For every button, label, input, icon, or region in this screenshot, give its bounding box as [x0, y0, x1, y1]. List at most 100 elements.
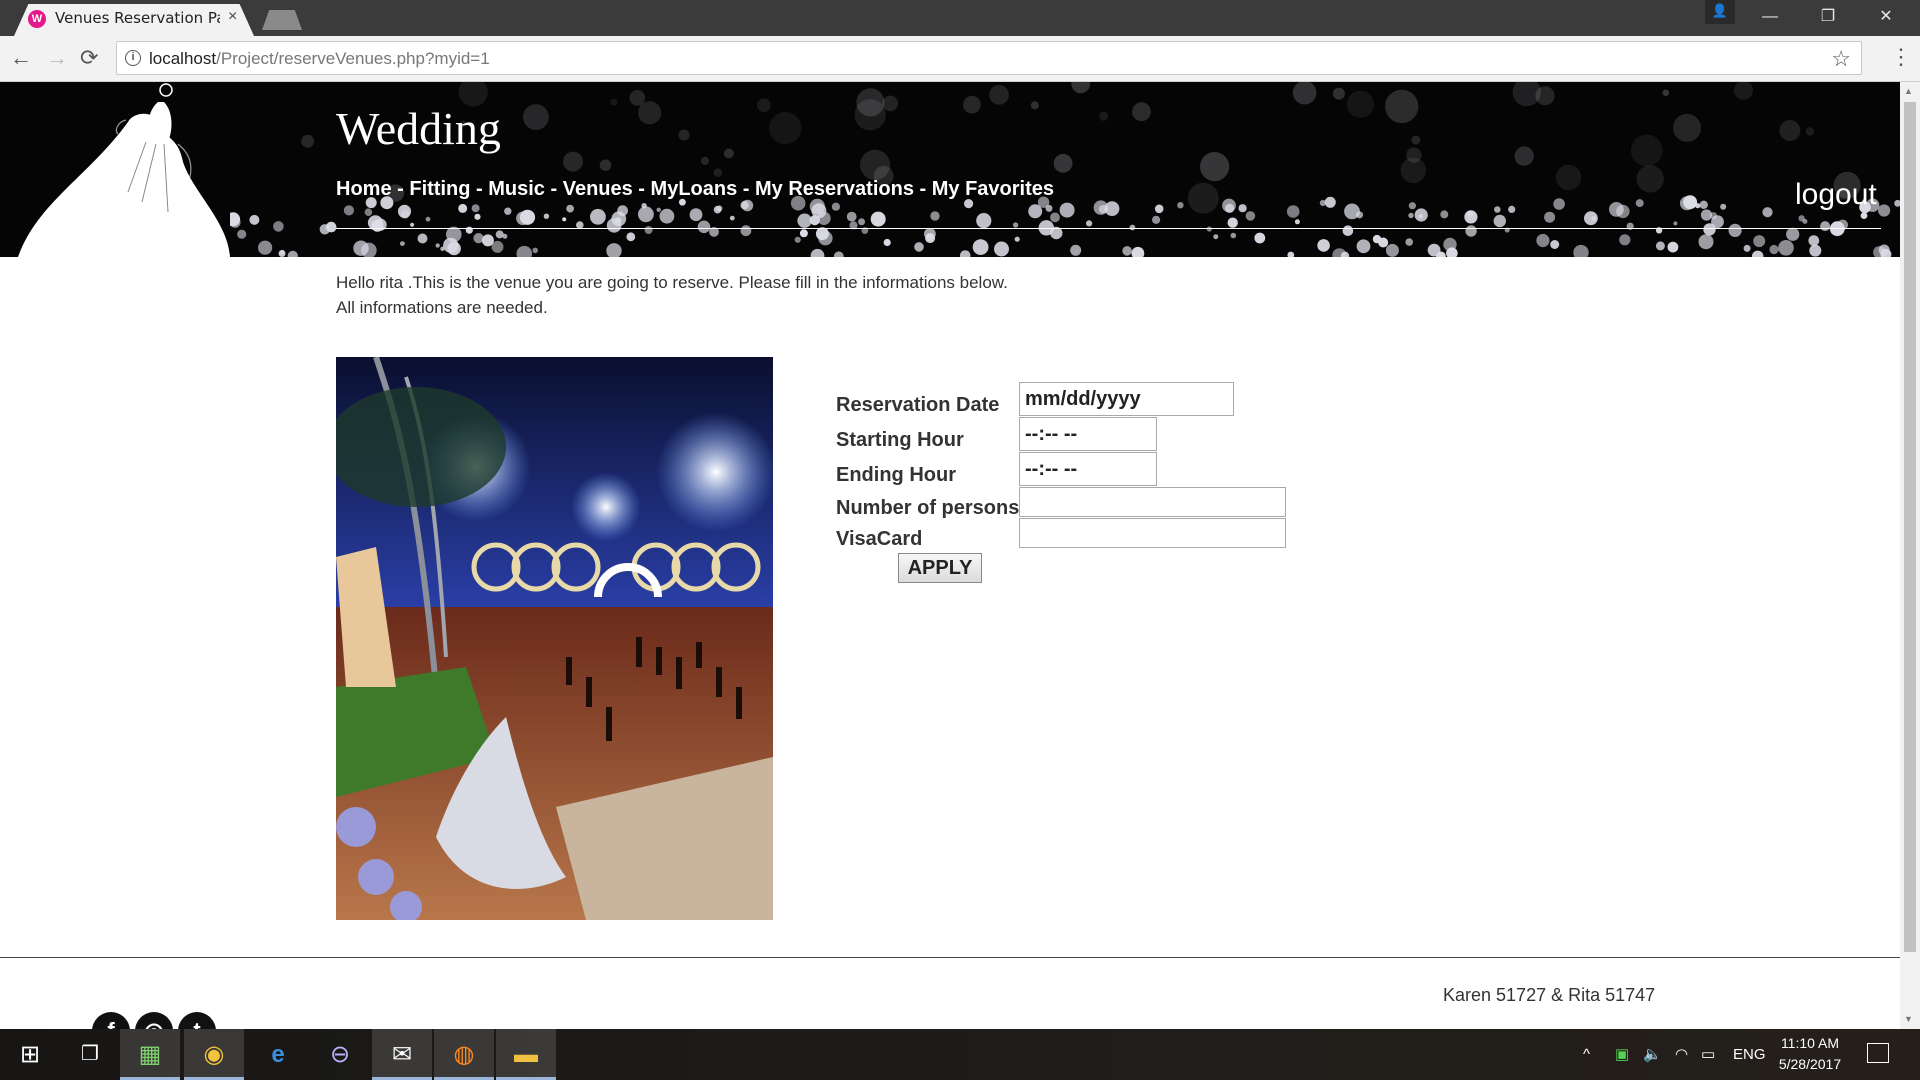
sparkle-dot	[1743, 244, 1751, 252]
sparkle-dot	[1514, 146, 1534, 166]
sparkle-dot	[543, 213, 550, 219]
url-path: /Project/reserveVenues.php?myid=1	[216, 49, 490, 68]
site-title: Wedding	[336, 103, 501, 154]
visacard-input[interactable]	[1019, 518, 1286, 548]
scroll-up-arrow-icon[interactable]: ▲	[1904, 86, 1913, 96]
address-bar[interactable]: i localhost/Project/reserveVenues.php?my…	[116, 41, 1862, 75]
tab-title[interactable]: Venues Reservation Page	[55, 9, 220, 27]
taskbar-app-editor-icon[interactable]: ▦	[120, 1029, 180, 1080]
taskbar-eclipse-icon[interactable]: ⊖	[310, 1029, 370, 1080]
number-of-persons-label: Number of persons	[836, 497, 1020, 519]
nav-venues[interactable]: Venues	[563, 178, 633, 200]
sparkle-dot	[740, 201, 749, 210]
nav-separator: -	[913, 178, 932, 200]
browser-tab-bar: W Venues Reservation Page × 👤 — ❐ ✕	[0, 0, 1920, 36]
reservation-date-input[interactable]	[1019, 382, 1234, 416]
taskbar-firefox-icon[interactable]: ◍	[434, 1029, 494, 1080]
logout-link[interactable]: logout	[1795, 178, 1877, 212]
twitter-icon[interactable]: t	[178, 1012, 216, 1029]
taskbar-mail-icon[interactable]: ✉	[372, 1029, 432, 1080]
sparkle-dot	[516, 245, 533, 257]
task-view-icon[interactable]: ❐	[60, 1029, 120, 1080]
number-of-persons-input[interactable]	[1019, 487, 1286, 517]
nav-fitting[interactable]: Fitting	[409, 178, 470, 200]
nav-music[interactable]: Music	[488, 178, 545, 200]
main-navigation: Home - Fitting - Music - Venues - MyLoan…	[336, 178, 1054, 201]
sparkle-dot	[740, 225, 752, 237]
scrollbar-thumb[interactable]	[1904, 102, 1916, 952]
dress-logo	[18, 82, 230, 257]
language-indicator[interactable]: ENG	[1733, 1029, 1766, 1080]
sparkle-dot	[1418, 214, 1423, 219]
nav-separator: -	[544, 178, 563, 200]
sparkle-dot	[870, 211, 886, 227]
sparkle-dot	[491, 240, 504, 253]
sparkle-dot	[1177, 202, 1184, 209]
sparkle-dot	[1734, 82, 1753, 100]
nav-home[interactable]: Home	[336, 178, 392, 200]
sparkle-dot	[1753, 235, 1766, 248]
sparkle-dot	[1411, 135, 1421, 145]
sparkle-dot	[1798, 215, 1805, 222]
scroll-down-arrow-icon[interactable]: ▼	[1904, 1014, 1913, 1024]
sparkle-dot	[1408, 212, 1414, 219]
ending-hour-input[interactable]	[1019, 452, 1157, 486]
sparkle-dot	[1635, 199, 1644, 208]
bookmark-star-icon[interactable]: ☆	[1831, 46, 1851, 72]
new-tab-button[interactable]	[262, 10, 302, 30]
tab-close-icon[interactable]: ×	[228, 8, 237, 26]
sparkle-dot	[425, 216, 431, 222]
clock-date: 5/28/2017	[1778, 1056, 1842, 1072]
taskbar-clock[interactable]: 11:10 AM 5/28/2017	[1770, 1033, 1850, 1075]
back-arrow-icon[interactable]: ←	[10, 46, 32, 70]
browser-menu-icon[interactable]: ⋮	[1890, 44, 1912, 70]
wifi-icon[interactable]: ◠	[1675, 1029, 1688, 1080]
sparkle-dot	[1154, 204, 1164, 214]
sparkle-dot	[1227, 217, 1238, 228]
sparkle-dot	[1553, 198, 1565, 210]
show-hidden-icons-icon[interactable]: ^	[1583, 1029, 1590, 1080]
tray-app-icon[interactable]: ▣	[1615, 1029, 1629, 1080]
facebook-icon[interactable]: f	[92, 1012, 130, 1029]
taskbar-edge-icon[interactable]: e	[248, 1029, 308, 1080]
battery-icon[interactable]: ▭	[1701, 1029, 1715, 1080]
user-profile-icon[interactable]: 👤	[1705, 0, 1735, 24]
start-button-icon[interactable]: ⊞	[0, 1029, 60, 1080]
sparkle-dot	[1187, 182, 1219, 214]
nav-myloans[interactable]: MyLoans	[651, 178, 738, 200]
sparkle-dot	[1131, 246, 1145, 257]
sparkle-dot	[504, 207, 512, 215]
taskbar-file-explorer-icon[interactable]: ▬	[496, 1029, 556, 1080]
nav-separator: -	[737, 178, 755, 200]
info-icon[interactable]: i	[125, 50, 141, 66]
sparkle-dot	[1238, 204, 1247, 213]
browser-toolbar: ← → ⟳ i localhost/Project/reserveVenues.…	[0, 36, 1920, 82]
nav-my-favorites[interactable]: My Favorites	[932, 178, 1054, 200]
sparkle-dot	[495, 230, 504, 239]
taskbar-chrome-icon[interactable]: ◉	[184, 1029, 244, 1080]
sparkle-dot	[1400, 157, 1427, 184]
action-center-icon[interactable]	[1867, 1043, 1889, 1063]
sparkle-dot	[532, 247, 538, 254]
minimize-button[interactable]: —	[1747, 4, 1793, 30]
page-scrollbar[interactable]: ▲ ▼	[1900, 82, 1920, 1029]
intro-line-1: Hello rita .This is the venue you are go…	[336, 273, 1008, 292]
sparkle-dot	[1292, 82, 1317, 105]
close-window-button[interactable]: ✕	[1863, 4, 1909, 30]
sparkle-dot	[1099, 111, 1109, 121]
sparkle-dot	[972, 239, 989, 256]
reload-icon[interactable]: ⟳	[80, 46, 98, 70]
forward-arrow-icon[interactable]: →	[46, 46, 68, 70]
instagram-icon[interactable]: ◎	[135, 1012, 173, 1029]
sparkle-dot	[301, 134, 315, 148]
volume-icon[interactable]: 🔈	[1643, 1029, 1662, 1080]
nav-my-reservations[interactable]: My Reservations	[755, 178, 914, 200]
sparkle-dot	[1493, 214, 1507, 228]
apply-button[interactable]: APPLY	[898, 553, 982, 583]
maximize-button[interactable]: ❐	[1805, 4, 1851, 30]
sparkle-dot	[799, 229, 808, 238]
sparkle-dot	[1030, 101, 1039, 110]
sparkle-dot	[1550, 240, 1560, 249]
starting-hour-input[interactable]	[1019, 417, 1157, 451]
url-text[interactable]: localhost/Project/reserveVenues.php?myid…	[149, 49, 490, 69]
